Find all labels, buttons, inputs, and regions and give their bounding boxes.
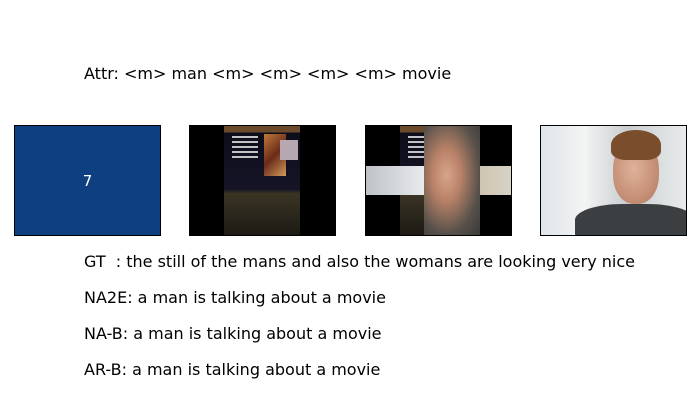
nab-caption: NA-B: a man is talking about a movie: [84, 324, 382, 343]
gt-caption: GT : the still of the mans and also the …: [84, 252, 635, 271]
attribute-text: Attr: <m> man <m> <m> <m> <m> movie: [84, 64, 452, 83]
na2e-caption: NA2E: a man is talking about a movie: [84, 288, 386, 307]
frame-number-label: 7: [82, 172, 93, 190]
arb-caption: AR-B: a man is talking about a movie: [84, 360, 381, 379]
face-image: [424, 126, 480, 235]
attribute-frame: 7: [14, 125, 161, 236]
movie-poster-image: [224, 126, 300, 235]
movie-poster-frame: [189, 125, 336, 236]
man-talking-frame: [540, 125, 687, 236]
mixed-frame: [365, 125, 512, 236]
